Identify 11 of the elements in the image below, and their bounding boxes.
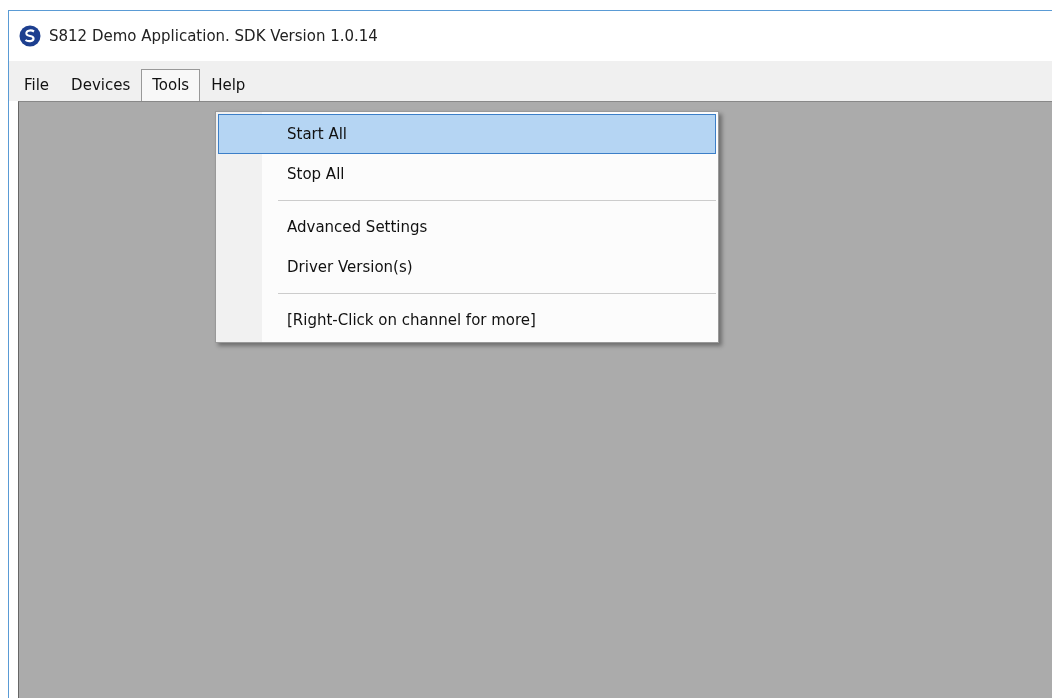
menu-item[interactable]: Stop All bbox=[218, 154, 716, 194]
app-logo-icon bbox=[19, 25, 41, 47]
menu-bar-item[interactable]: Help bbox=[200, 69, 257, 101]
window-title: S812 Demo Application. SDK Version 1.0.14 bbox=[49, 27, 378, 45]
menu-bar-item[interactable]: Tools bbox=[141, 69, 201, 101]
menu-item[interactable]: Advanced Settings bbox=[218, 207, 716, 247]
menu-item[interactable]: Driver Version(s) bbox=[218, 247, 716, 287]
menu-bar-item[interactable]: Devices bbox=[60, 69, 142, 101]
menu-bar-item[interactable]: File bbox=[13, 69, 61, 101]
menu-item[interactable]: [Right-Click on channel for more] bbox=[218, 300, 716, 340]
menu-item[interactable]: Start All bbox=[218, 114, 716, 154]
